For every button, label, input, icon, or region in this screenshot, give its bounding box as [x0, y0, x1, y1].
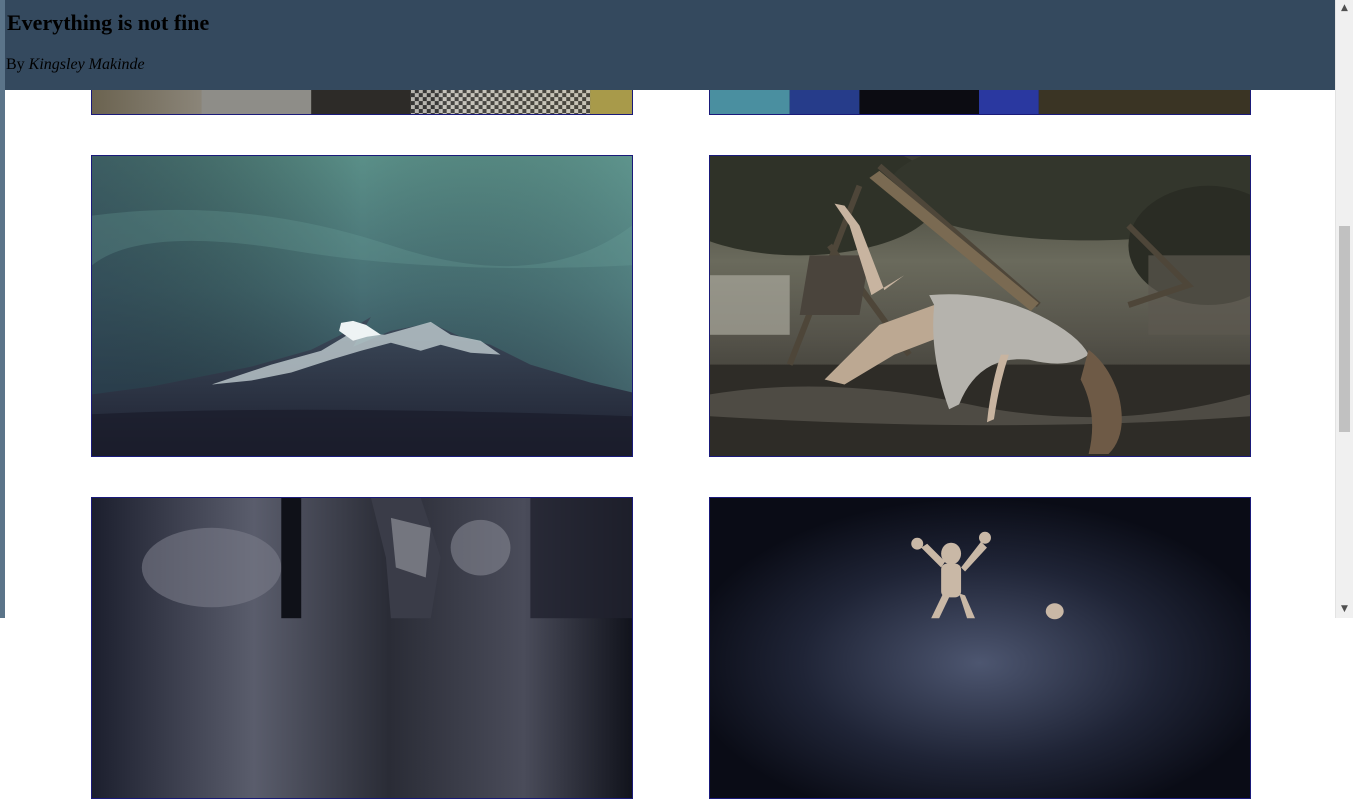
gallery-photo[interactable] [709, 155, 1251, 457]
scroll-down-arrow-icon[interactable]: ▼ [1336, 601, 1353, 618]
byline: By Kingsley Makinde [6, 56, 145, 74]
mountain-image [92, 156, 632, 456]
vertical-scrollbar[interactable]: ▲ ▼ [1335, 0, 1353, 618]
scroll-thumb[interactable] [1339, 226, 1350, 432]
wooden-mannequin-image [710, 498, 1250, 798]
gallery-photo[interactable] [91, 155, 633, 457]
byline-prefix: By [6, 56, 29, 73]
levitating-woman-image [710, 156, 1250, 456]
gallery-photo[interactable] [91, 497, 633, 799]
photo-gallery [0, 0, 1335, 799]
scroll-up-arrow-icon[interactable]: ▲ [1336, 0, 1353, 17]
carved-mask-image [92, 498, 632, 798]
page-title: Everything is not fine [7, 10, 210, 35]
author-name[interactable]: Kingsley Makinde [29, 56, 145, 73]
page-header: Everything is not fine By Kingsley Makin… [5, 0, 1335, 90]
gallery-photo[interactable] [709, 497, 1251, 799]
